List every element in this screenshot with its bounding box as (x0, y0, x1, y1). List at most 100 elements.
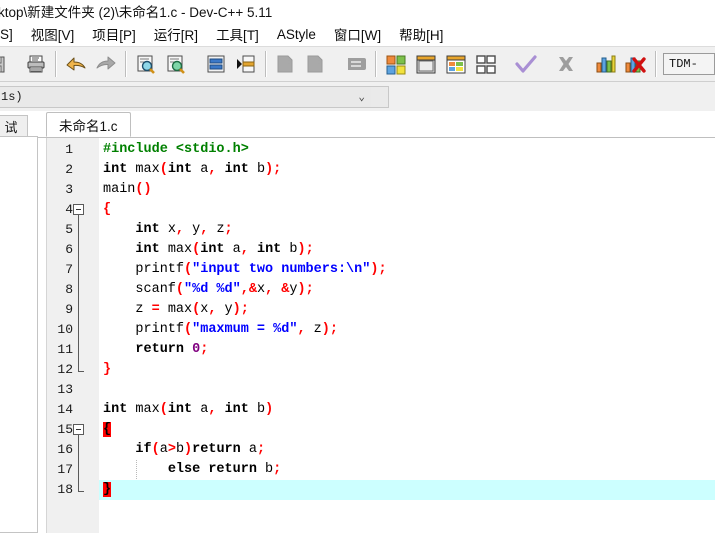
menu-astyle[interactable]: AStyle (270, 25, 323, 44)
title-bar: ktop\新建文件夹 (2)\未命名1.c - Dev-C++ 5.11 (0, 0, 715, 22)
toolbar-goto-line[interactable] (202, 50, 230, 78)
save-icon (0, 56, 5, 73)
code-line[interactable]: return 0; (99, 340, 715, 360)
menu-tools[interactable]: 工具[T] (209, 22, 266, 46)
class-browser-combo[interactable]: 1s) ⌄ (0, 86, 372, 108)
code-line[interactable]: int max(int a, int b) (99, 400, 715, 420)
redo-icon (96, 56, 116, 70)
code-token: max (159, 242, 193, 257)
code-line[interactable]: { (99, 200, 715, 220)
new-project-icon (277, 55, 293, 73)
code-line[interactable]: int x, y, z; (99, 220, 715, 240)
code-token: ); (265, 162, 282, 177)
code-line[interactable]: z = max(x, y); (99, 300, 715, 320)
editor-tabstrip: 未命名1.c (38, 111, 715, 137)
fold-column[interactable] (73, 138, 99, 533)
print-icon (27, 55, 45, 73)
code-token: "maxmum = %d" (192, 322, 298, 337)
toolbar-print[interactable] (22, 50, 50, 78)
code-token: max (159, 302, 193, 317)
code-token: = (151, 302, 160, 317)
line-number: 12 (57, 362, 73, 377)
code-token: a (159, 442, 168, 457)
toolbar-run[interactable] (412, 50, 440, 78)
menu-run[interactable]: 运行[R] (147, 22, 205, 46)
toolbar-band-separator-3 (265, 51, 267, 77)
toolbar-undo[interactable] (62, 50, 90, 78)
toolbar-save[interactable] (0, 50, 10, 78)
toolbar-replace[interactable] (162, 50, 190, 78)
code-token: ; (256, 442, 266, 457)
code-line[interactable]: } (99, 480, 715, 500)
code-token: , (297, 322, 306, 337)
line-number: 2 (65, 162, 73, 177)
code-token: y (184, 222, 201, 237)
fold-range-end (78, 371, 84, 372)
code-line[interactable] (99, 380, 715, 400)
toolbar-delete-profile[interactable] (622, 50, 650, 78)
find-icon (137, 55, 155, 74)
code-token: int (167, 162, 193, 177)
code-token: ); (297, 242, 314, 257)
code-token: int (103, 402, 128, 417)
compiler-select[interactable]: TDM- (663, 53, 715, 75)
code-token: ( (184, 262, 193, 277)
code-token: max (127, 402, 160, 417)
code-token: a (240, 442, 257, 457)
fold-range-line (78, 435, 79, 491)
code-token: b (248, 402, 266, 417)
code-token: int (167, 402, 193, 417)
fold-collapse-icon[interactable] (73, 204, 84, 215)
toolbar-redo (92, 50, 120, 78)
compile-icon (386, 55, 406, 75)
fold-collapse-icon[interactable] (73, 424, 84, 435)
editor-body: 1 2 3 4 5 6 7 8 9 10 11 12 13 14 15 16 17 18 #include <st… (38, 137, 715, 533)
project-panel-tab-debug[interactable]: 试 (0, 115, 28, 137)
line-number: 16 (57, 442, 73, 457)
toolbar-open-project (302, 50, 330, 78)
toolbar-profile[interactable] (592, 50, 620, 78)
toolbar-toggle-bookmark[interactable] (232, 50, 260, 78)
code-token: ); (297, 282, 314, 297)
menu-help[interactable]: 帮助[H] (392, 22, 450, 46)
code-token: scanf (135, 282, 176, 297)
menu-view[interactable]: 视图[V] (24, 22, 82, 46)
toolbar-compile-run[interactable] (442, 50, 470, 78)
code-token: a (192, 402, 209, 417)
code-line[interactable]: { (99, 420, 715, 440)
code-line[interactable]: #include <stdio.h> (99, 140, 715, 160)
indent-guide (135, 460, 137, 480)
code-line[interactable]: printf("input two numbers:\n"); (99, 260, 715, 280)
code-token: ) (265, 402, 274, 417)
compiler-select-value: TDM- (669, 57, 698, 71)
code-line[interactable]: else return b; (99, 460, 715, 480)
code-token: int (256, 242, 282, 257)
menu-project[interactable]: 项目[P] (85, 22, 143, 46)
toolbar: TDM- (0, 46, 715, 82)
code-editor[interactable]: #include <stdio.h> int max(int a, int b);… (99, 138, 715, 533)
close-project-icon (348, 58, 366, 70)
code-token: ; (273, 462, 282, 477)
line-number: 6 (65, 242, 73, 257)
toolbar-find[interactable] (132, 50, 160, 78)
toolbar-compile[interactable] (382, 50, 410, 78)
code-line[interactable]: printf("maxmum = %d", z); (99, 320, 715, 340)
toolbar-syntax-check[interactable] (512, 50, 540, 78)
code-line[interactable]: int max(int a, int b); (99, 160, 715, 180)
menu-search-partial[interactable]: S] (0, 25, 20, 44)
code-line[interactable]: main() (99, 180, 715, 200)
code-line[interactable]: scanf("%d %d",&x, &y); (99, 280, 715, 300)
toolbar-rebuild-all[interactable] (472, 50, 500, 78)
code-token: #include <stdio.h> (103, 142, 249, 157)
editor-tab-label: 未命名1.c (59, 118, 118, 134)
code-token: a (192, 162, 209, 177)
code-token: "%d %d" (184, 282, 241, 297)
code-token: b (248, 162, 266, 177)
code-line[interactable]: } (99, 360, 715, 380)
editor-tab-untitled1[interactable]: 未命名1.c (46, 112, 131, 137)
code-line[interactable]: int max(int a, int b); (99, 240, 715, 260)
code-line[interactable]: if(a>b)return a; (99, 440, 715, 460)
project-panel-tab-label: 试 (4, 120, 18, 135)
menu-window[interactable]: 窗口[W] (327, 22, 388, 46)
